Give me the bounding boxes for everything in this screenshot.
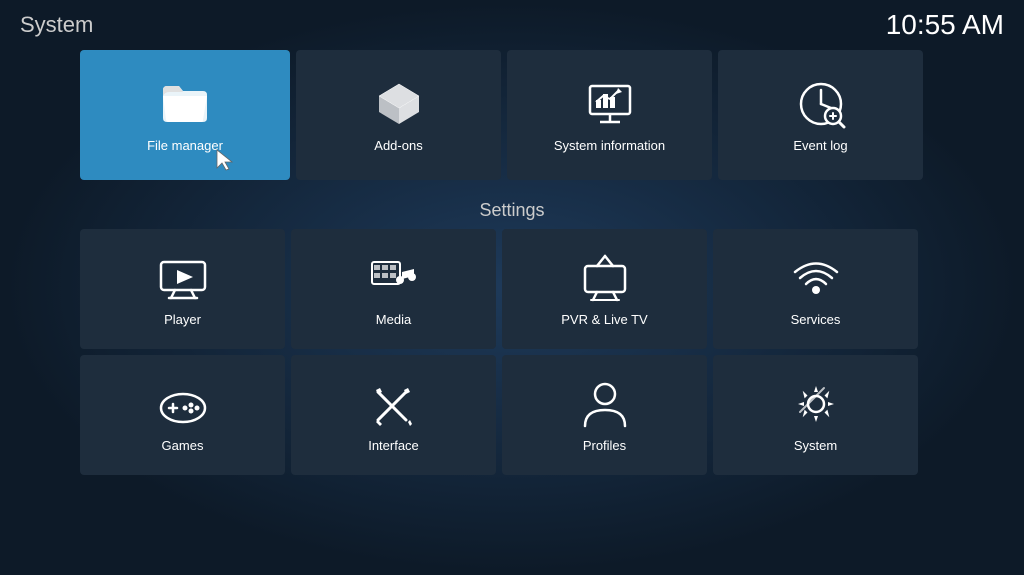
tile-label-add-ons: Add-ons <box>374 138 422 153</box>
games-icon <box>157 378 209 430</box>
tile-pvr-live-tv[interactable]: PVR & Live TV <box>502 229 707 349</box>
tile-label-interface: Interface <box>368 438 419 453</box>
settings-title: Settings <box>80 200 944 221</box>
settings-row-1: Player <box>80 229 944 349</box>
settings-row-2: Games Interface <box>80 355 944 475</box>
app-title: System <box>20 12 93 38</box>
system-info-icon <box>584 78 636 130</box>
event-log-icon <box>795 78 847 130</box>
top-row: File manager Add-ons <box>80 50 944 180</box>
tile-services[interactable]: Services <box>713 229 918 349</box>
folder-icon <box>159 78 211 130</box>
player-icon <box>157 252 209 304</box>
tile-label-system: System <box>794 438 837 453</box>
tile-label-media: Media <box>376 312 411 327</box>
tile-label-event-log: Event log <box>793 138 847 153</box>
tile-label-file-manager: File manager <box>147 138 223 153</box>
tile-label-services: Services <box>791 312 841 327</box>
system-icon <box>790 378 842 430</box>
tile-event-log[interactable]: Event log <box>718 50 923 180</box>
tile-system-information[interactable]: System information <box>507 50 712 180</box>
tile-label-player: Player <box>164 312 201 327</box>
interface-icon <box>368 378 420 430</box>
tile-label-profiles: Profiles <box>583 438 626 453</box>
tile-games[interactable]: Games <box>80 355 285 475</box>
profiles-icon <box>579 378 631 430</box>
settings-section: Settings Player <box>80 200 944 475</box>
clock: 10:55 AM <box>886 9 1004 41</box>
main-content: File manager Add-ons <box>0 50 1024 475</box>
tile-file-manager[interactable]: File manager <box>80 50 290 180</box>
page-wrapper: System 10:55 AM File manager <box>0 0 1024 575</box>
tile-player[interactable]: Player <box>80 229 285 349</box>
services-icon <box>790 252 842 304</box>
tile-label-pvr: PVR & Live TV <box>561 312 647 327</box>
media-icon <box>368 252 420 304</box>
tile-label-games: Games <box>162 438 204 453</box>
tile-label-system-info: System information <box>554 138 665 153</box>
tile-interface[interactable]: Interface <box>291 355 496 475</box>
tile-media[interactable]: Media <box>291 229 496 349</box>
tile-profiles[interactable]: Profiles <box>502 355 707 475</box>
pvr-tv-icon <box>579 252 631 304</box>
addons-icon <box>373 78 425 130</box>
tile-system[interactable]: System <box>713 355 918 475</box>
tile-add-ons[interactable]: Add-ons <box>296 50 501 180</box>
top-bar: System 10:55 AM <box>0 0 1024 50</box>
